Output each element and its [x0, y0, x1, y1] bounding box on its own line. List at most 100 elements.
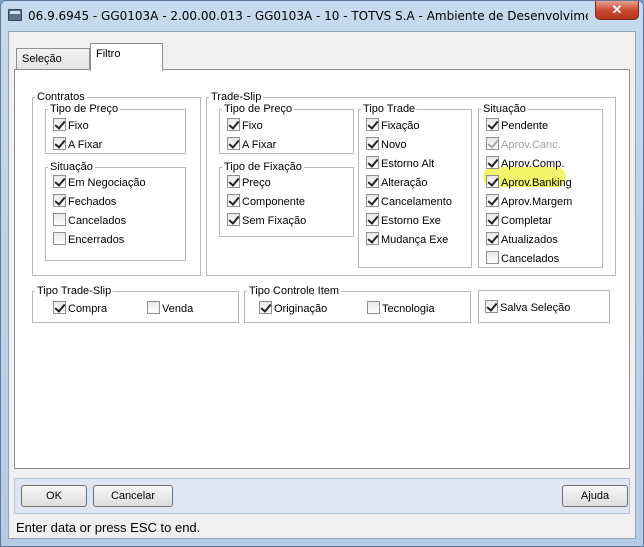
checkbox-cancelamento[interactable]: Cancelamento — [366, 194, 452, 211]
checkbox-box[interactable] — [53, 175, 66, 188]
ok-button[interactable]: OK — [21, 485, 87, 507]
checkbox-box[interactable] — [259, 301, 272, 314]
checkbox-originacao[interactable]: Originação — [259, 301, 328, 318]
checkbox-label: Cancelados — [68, 214, 127, 227]
checkbox-em-negociacao[interactable]: Em Negociação — [53, 175, 146, 192]
group-title: Tipo de Preço — [224, 103, 293, 115]
help-button[interactable]: Ajuda — [562, 485, 628, 507]
checkbox-label: Fixo — [242, 119, 263, 132]
checkbox-aprov-banking[interactable]: Aprov.Banking — [486, 175, 572, 192]
checkbox-box[interactable] — [366, 213, 379, 226]
checkbox-encerrados[interactable]: Encerrados — [53, 232, 124, 249]
checkbox-fixacao[interactable]: Fixação — [366, 118, 420, 135]
checkbox-box[interactable] — [486, 156, 499, 169]
checkbox-label: Aprov.Margem — [501, 195, 573, 208]
checkbox-label: Salva Seleção — [500, 301, 571, 314]
checkbox-aprov-canc: Aprov.Canc. — [486, 137, 561, 154]
checkbox-box[interactable] — [366, 194, 379, 207]
checkbox-box[interactable] — [53, 137, 66, 150]
checkbox-box[interactable] — [486, 232, 499, 245]
title-bar[interactable]: 06.9.6945 - GG0103A - 2.00.00.013 - GG01… — [1, 1, 643, 31]
checkbox-venda[interactable]: Venda — [147, 301, 194, 318]
checkbox-label: Estorno Alt — [381, 157, 435, 170]
checkbox-label: Fixo — [68, 119, 89, 132]
checkbox-label: Aprov.Banking — [501, 176, 572, 189]
checkbox-box[interactable] — [366, 156, 379, 169]
checkbox-label: Mudança Exe — [381, 233, 449, 246]
checkbox-label: Originação — [274, 302, 328, 315]
cancel-button[interactable]: Cancelar — [93, 485, 173, 507]
checkbox-box[interactable] — [227, 194, 240, 207]
group-trade-slip-title: Trade-Slip — [211, 91, 262, 103]
checkbox-tecnologia[interactable]: Tecnologia — [367, 301, 435, 318]
checkbox-atualizados[interactable]: Atualizados — [486, 232, 558, 249]
status-bar: Enter data or press ESC to end. — [10, 516, 634, 538]
checkbox-trade-a-fixar[interactable]: A Fixar — [227, 137, 277, 154]
checkbox-box[interactable] — [366, 175, 379, 188]
checkbox-box[interactable] — [53, 232, 66, 245]
checkbox-box[interactable] — [227, 175, 240, 188]
checkbox-label: Atualizados — [501, 233, 558, 246]
checkbox-pendente[interactable]: Pendente — [486, 118, 549, 135]
checkbox-estorno-alt[interactable]: Estorno Alt — [366, 156, 435, 173]
checkbox-box[interactable] — [227, 213, 240, 226]
checkbox-box[interactable] — [366, 118, 379, 131]
checkbox-preco[interactable]: Preço — [227, 175, 271, 192]
checkbox-box[interactable] — [486, 213, 499, 226]
checkbox-box — [486, 137, 499, 150]
checkbox-label: Novo — [381, 138, 407, 151]
checkbox-box[interactable] — [366, 232, 379, 245]
checkbox-trade-fixo[interactable]: Fixo — [227, 118, 263, 135]
checkbox-box[interactable] — [367, 301, 380, 314]
checkbox-box[interactable] — [227, 137, 240, 150]
checkbox-estorno-exe[interactable]: Estorno Exe — [366, 213, 441, 230]
checkbox-box[interactable] — [486, 118, 499, 131]
checkbox-box[interactable] — [366, 137, 379, 150]
checkbox-label: Compra — [68, 302, 108, 315]
checkbox-box[interactable] — [53, 118, 66, 131]
checkbox-novo[interactable]: Novo — [366, 137, 407, 154]
checkbox-label: Venda — [162, 302, 194, 315]
checkbox-label: Fixação — [381, 119, 420, 132]
checkbox-compra[interactable]: Compra — [53, 301, 108, 318]
checkbox-label: Completar — [501, 214, 552, 227]
dialog-client: Seleção Filtro Contratos Tipo de Preço F… — [8, 31, 636, 539]
checkbox-label: Cancelamento — [381, 195, 452, 208]
checkbox-label: A Fixar — [242, 138, 277, 151]
checkbox-label: Em Negociação — [68, 176, 146, 189]
window-title: 06.9.6945 - GG0103A - 2.00.00.013 - GG01… — [28, 9, 588, 23]
close-button[interactable]: ✕ — [595, 1, 639, 20]
checkbox-box[interactable] — [53, 213, 66, 226]
group-title: Tipo Trade-Slip — [37, 285, 112, 297]
checkbox-completar[interactable]: Completar — [486, 213, 552, 230]
checkbox-mudanca-exe[interactable]: Mudança Exe — [366, 232, 449, 249]
checkbox-cancelados-contratos[interactable]: Cancelados — [53, 213, 127, 230]
checkbox-alteracao[interactable]: Alteração — [366, 175, 427, 192]
checkbox-salva-selecao[interactable]: Salva Seleção — [485, 300, 571, 317]
tab-selecao[interactable]: Seleção — [16, 48, 90, 70]
checkbox-componente[interactable]: Componente — [227, 194, 305, 211]
button-bar: OK Cancelar Ajuda — [14, 478, 630, 514]
checkbox-aprov-margem[interactable]: Aprov.Margem — [486, 194, 573, 211]
tab-filtro[interactable]: Filtro — [90, 43, 163, 71]
checkbox-fechados[interactable]: Fechados — [53, 194, 117, 211]
filtro-panel: Contratos Tipo de Preço Fixo A Fixar Sit… — [14, 69, 630, 469]
checkbox-cancelados-trade[interactable]: Cancelados — [486, 251, 559, 268]
checkbox-box[interactable] — [486, 194, 499, 207]
checkbox-contratos-fixo[interactable]: Fixo — [53, 118, 89, 135]
checkbox-label: Fechados — [68, 195, 117, 208]
checkbox-box[interactable] — [485, 300, 498, 313]
group-contratos-title: Contratos — [37, 91, 85, 103]
checkbox-sem-fixacao[interactable]: Sem Fixação — [227, 213, 306, 230]
checkbox-box[interactable] — [147, 301, 160, 314]
checkbox-box[interactable] — [486, 251, 499, 264]
checkbox-box[interactable] — [53, 194, 66, 207]
checkbox-label: Componente — [242, 195, 305, 208]
checkbox-box[interactable] — [53, 301, 66, 314]
checkbox-box[interactable] — [486, 175, 499, 188]
checkbox-label: Pendente — [501, 119, 549, 132]
checkbox-label: Aprov.Comp. — [501, 157, 565, 170]
checkbox-aprov-comp[interactable]: Aprov.Comp. — [486, 156, 565, 173]
checkbox-contratos-a-fixar[interactable]: A Fixar — [53, 137, 102, 154]
checkbox-box[interactable] — [227, 118, 240, 131]
